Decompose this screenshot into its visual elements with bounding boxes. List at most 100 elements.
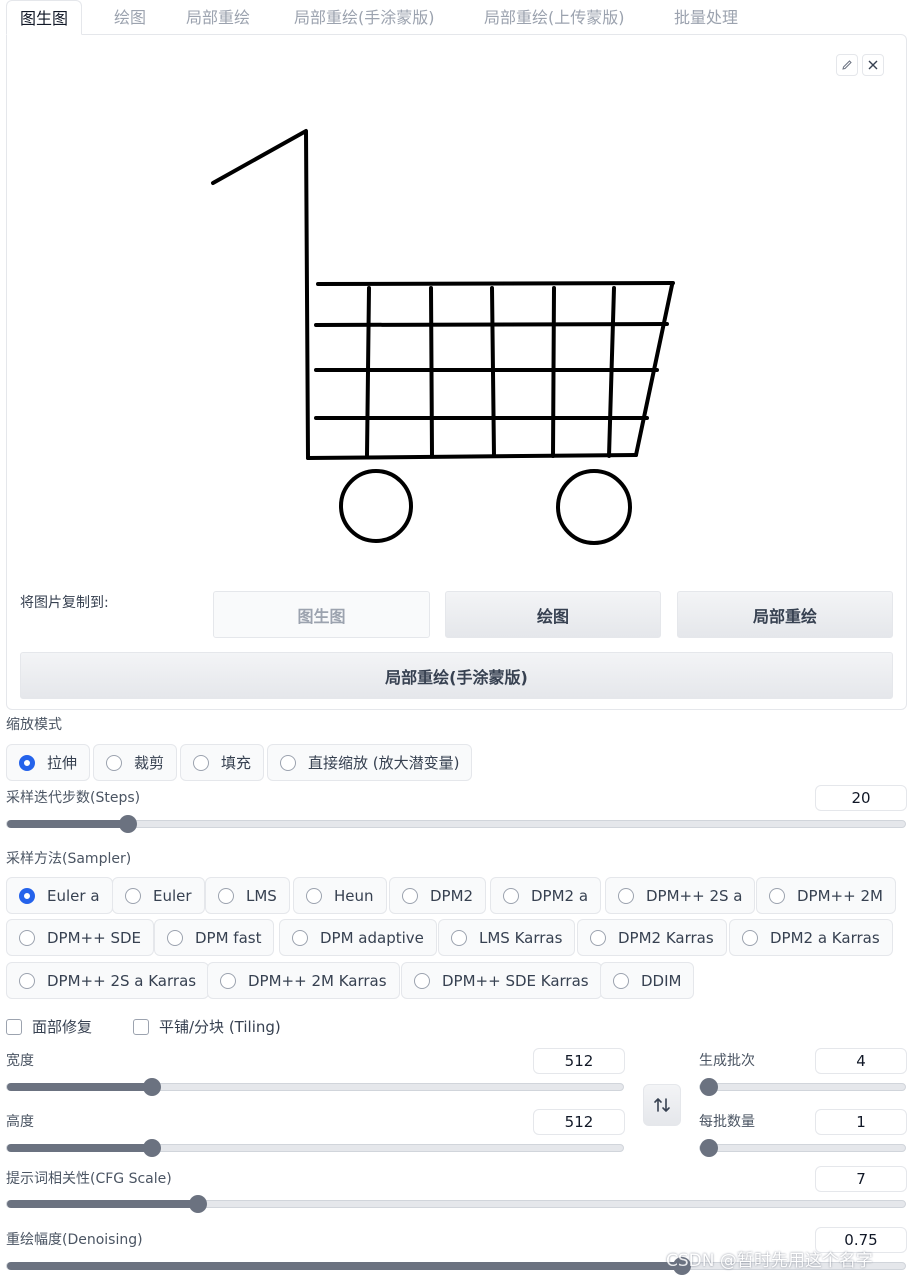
radio-icon [218, 887, 234, 904]
resize-mode-label: 缩放模式 [6, 717, 62, 733]
sampler-option-dpm2-a[interactable]: DPM2 a [490, 877, 602, 914]
radio-icon [414, 972, 430, 989]
batch-count-slider[interactable] [699, 1078, 906, 1096]
radio-icon [167, 929, 183, 946]
copy-to-inpaint-sketch-button[interactable]: 局部重绘(手涂蒙版) [20, 652, 893, 699]
sampler-option-ddim[interactable]: DDIM [600, 962, 695, 999]
face-restore-checkbox[interactable]: 面部修复 [6, 1016, 92, 1037]
batch-count-label: 生成批次 [699, 1053, 755, 1069]
cart-col-1 [365, 286, 371, 457]
batch-count-slider-thumb[interactable] [700, 1078, 718, 1096]
sampler-option-euler[interactable]: Euler [112, 877, 205, 914]
steps-slider-fill [7, 820, 128, 828]
radio-icon [19, 929, 35, 946]
cart-col-2 [429, 286, 434, 457]
cart-col-4 [551, 286, 556, 458]
copy-to-sketch-button[interactable]: 绘图 [445, 591, 661, 638]
batch-size-label: 每批数量 [699, 1114, 755, 1130]
sampler-option-dpm-adaptive[interactable]: DPM adaptive [279, 919, 437, 956]
steps-slider-thumb[interactable] [119, 815, 137, 833]
radio-icon [613, 972, 629, 989]
radio-icon [618, 887, 634, 904]
radio-selected-icon [19, 754, 35, 771]
copy-to-label: 将图片复制到: [20, 595, 109, 611]
radio-icon [451, 929, 467, 946]
sampler-option-euler-a[interactable]: Euler a [6, 877, 113, 914]
sampler-option-lms[interactable]: LMS [205, 877, 290, 914]
cart-wheel-right [556, 469, 632, 545]
height-slider-fill [7, 1144, 152, 1152]
copy-to-inpaint-button[interactable]: 局部重绘 [677, 591, 893, 638]
sampler-option-heun[interactable]: Heun [293, 877, 387, 914]
resize-option-crop[interactable]: 裁剪 [93, 744, 178, 781]
radio-icon [742, 929, 758, 946]
sampler-option-dpm2-karras[interactable]: DPM2 Karras [577, 919, 727, 956]
steps-slider[interactable] [6, 815, 906, 833]
denoising-slider-fill [7, 1262, 682, 1270]
copy-to-img2img-button[interactable]: 图生图 [213, 591, 430, 638]
sampler-label: 采样方法(Sampler) [6, 851, 132, 867]
tiling-checkbox[interactable]: 平铺/分块 (Tiling) [133, 1016, 281, 1037]
radio-icon [769, 887, 785, 904]
sampler-option-dpmpp-sde-karras[interactable]: DPM++ SDE Karras [401, 962, 602, 999]
width-slider-thumb[interactable] [143, 1078, 161, 1096]
watermark-text: CSDN @暂时先用这个名字 [666, 1251, 873, 1271]
cfg-scale-slider-fill [7, 1200, 198, 1208]
sampler-option-lms-karras[interactable]: LMS Karras [438, 919, 576, 956]
checkbox-icon [6, 1018, 22, 1035]
height-label: 高度 [6, 1114, 34, 1130]
sampler-option-dpm2-a-karras[interactable]: DPM2 a Karras [729, 919, 893, 956]
width-label: 宽度 [6, 1053, 34, 1069]
resize-option-latent[interactable]: 直接缩放 (放大潜变量) [267, 744, 473, 781]
radio-icon [402, 887, 418, 904]
batch-count-input[interactable]: 4 [815, 1048, 907, 1074]
batch-size-slider[interactable] [699, 1139, 906, 1157]
cfg-scale-slider[interactable] [6, 1195, 906, 1213]
cfg-scale-slider-thumb[interactable] [189, 1195, 207, 1213]
cfg-scale-label: 提示词相关性(CFG Scale) [6, 1171, 172, 1187]
height-slider-thumb[interactable] [143, 1139, 161, 1157]
tab-img2img[interactable]: 图生图 [6, 0, 83, 35]
batch-size-input[interactable]: 1 [815, 1109, 907, 1135]
steps-input[interactable]: 20 [815, 785, 907, 811]
radio-icon [106, 754, 122, 771]
resize-option-stretch[interactable]: 拉伸 [6, 744, 91, 781]
width-input[interactable]: 512 [533, 1048, 625, 1074]
sampler-option-dpm2[interactable]: DPM2 [389, 877, 487, 914]
cfg-scale-input[interactable]: 7 [815, 1166, 907, 1192]
height-input[interactable]: 512 [533, 1109, 625, 1135]
cart-top-stroke [316, 281, 675, 286]
checkbox-icon [133, 1018, 149, 1035]
resize-option-fill[interactable]: 填充 [180, 744, 265, 781]
cart-col-3 [490, 286, 496, 458]
width-slider[interactable] [6, 1078, 624, 1096]
swap-dimensions-button[interactable] [643, 1084, 681, 1126]
radio-icon [193, 754, 209, 771]
cart-bottom-stroke [306, 453, 638, 460]
steps-label: 采样迭代步数(Steps) [6, 790, 141, 806]
sampler-option-dpmpp-2s-a-karras[interactable]: DPM++ 2S a Karras [6, 962, 210, 999]
radio-icon [125, 887, 141, 904]
sampler-option-dpmpp-2m-karras[interactable]: DPM++ 2M Karras [207, 962, 400, 999]
radio-icon [306, 887, 322, 904]
radio-icon [590, 929, 606, 946]
cart-drawing-image[interactable] [0, 0, 913, 600]
radio-icon [292, 929, 308, 946]
radio-icon [503, 887, 519, 904]
swap-vertical-icon [654, 1098, 670, 1112]
width-slider-fill [7, 1083, 152, 1091]
sampler-option-dpmpp-2m[interactable]: DPM++ 2M [756, 877, 896, 914]
denoising-label: 重绘幅度(Denoising) [6, 1232, 143, 1248]
sampler-option-dpmpp-sde[interactable]: DPM++ SDE [6, 919, 154, 956]
radio-selected-icon [19, 887, 35, 904]
cart-handle-stroke [211, 129, 310, 460]
sampler-option-dpm-fast[interactable]: DPM fast [154, 919, 275, 956]
cart-col-5 [607, 286, 616, 458]
radio-icon [280, 754, 296, 771]
radio-icon [220, 972, 236, 989]
cart-wheel-left [339, 469, 413, 543]
batch-size-slider-thumb[interactable] [700, 1139, 718, 1157]
sampler-option-dpmpp-2s-a[interactable]: DPM++ 2S a [605, 877, 756, 914]
radio-icon [19, 972, 35, 989]
height-slider[interactable] [6, 1139, 624, 1157]
